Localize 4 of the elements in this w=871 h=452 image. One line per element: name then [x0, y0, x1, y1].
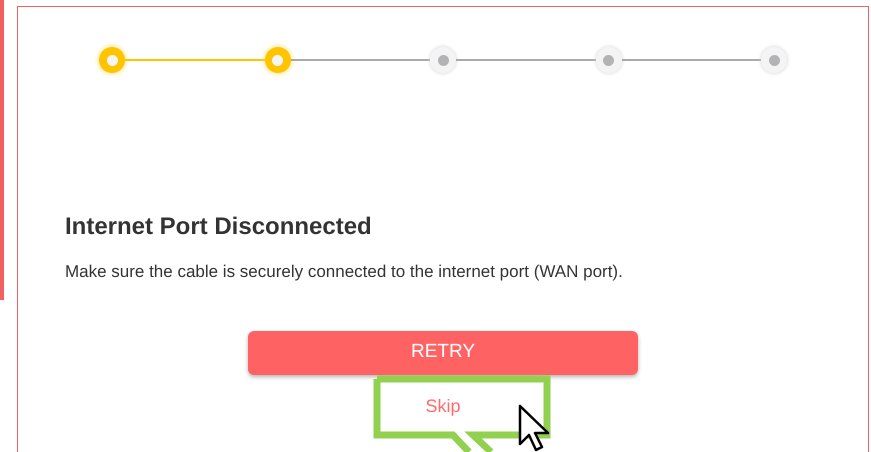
page-title: Internet Port Disconnected: [65, 212, 373, 242]
retry-button[interactable]: RETRY: [248, 330, 638, 374]
instruction-text: Make sure the cable is securely connected to the internet port (WAN port).: [65, 261, 624, 283]
skip-link[interactable]: Skip: [415, 392, 470, 420]
